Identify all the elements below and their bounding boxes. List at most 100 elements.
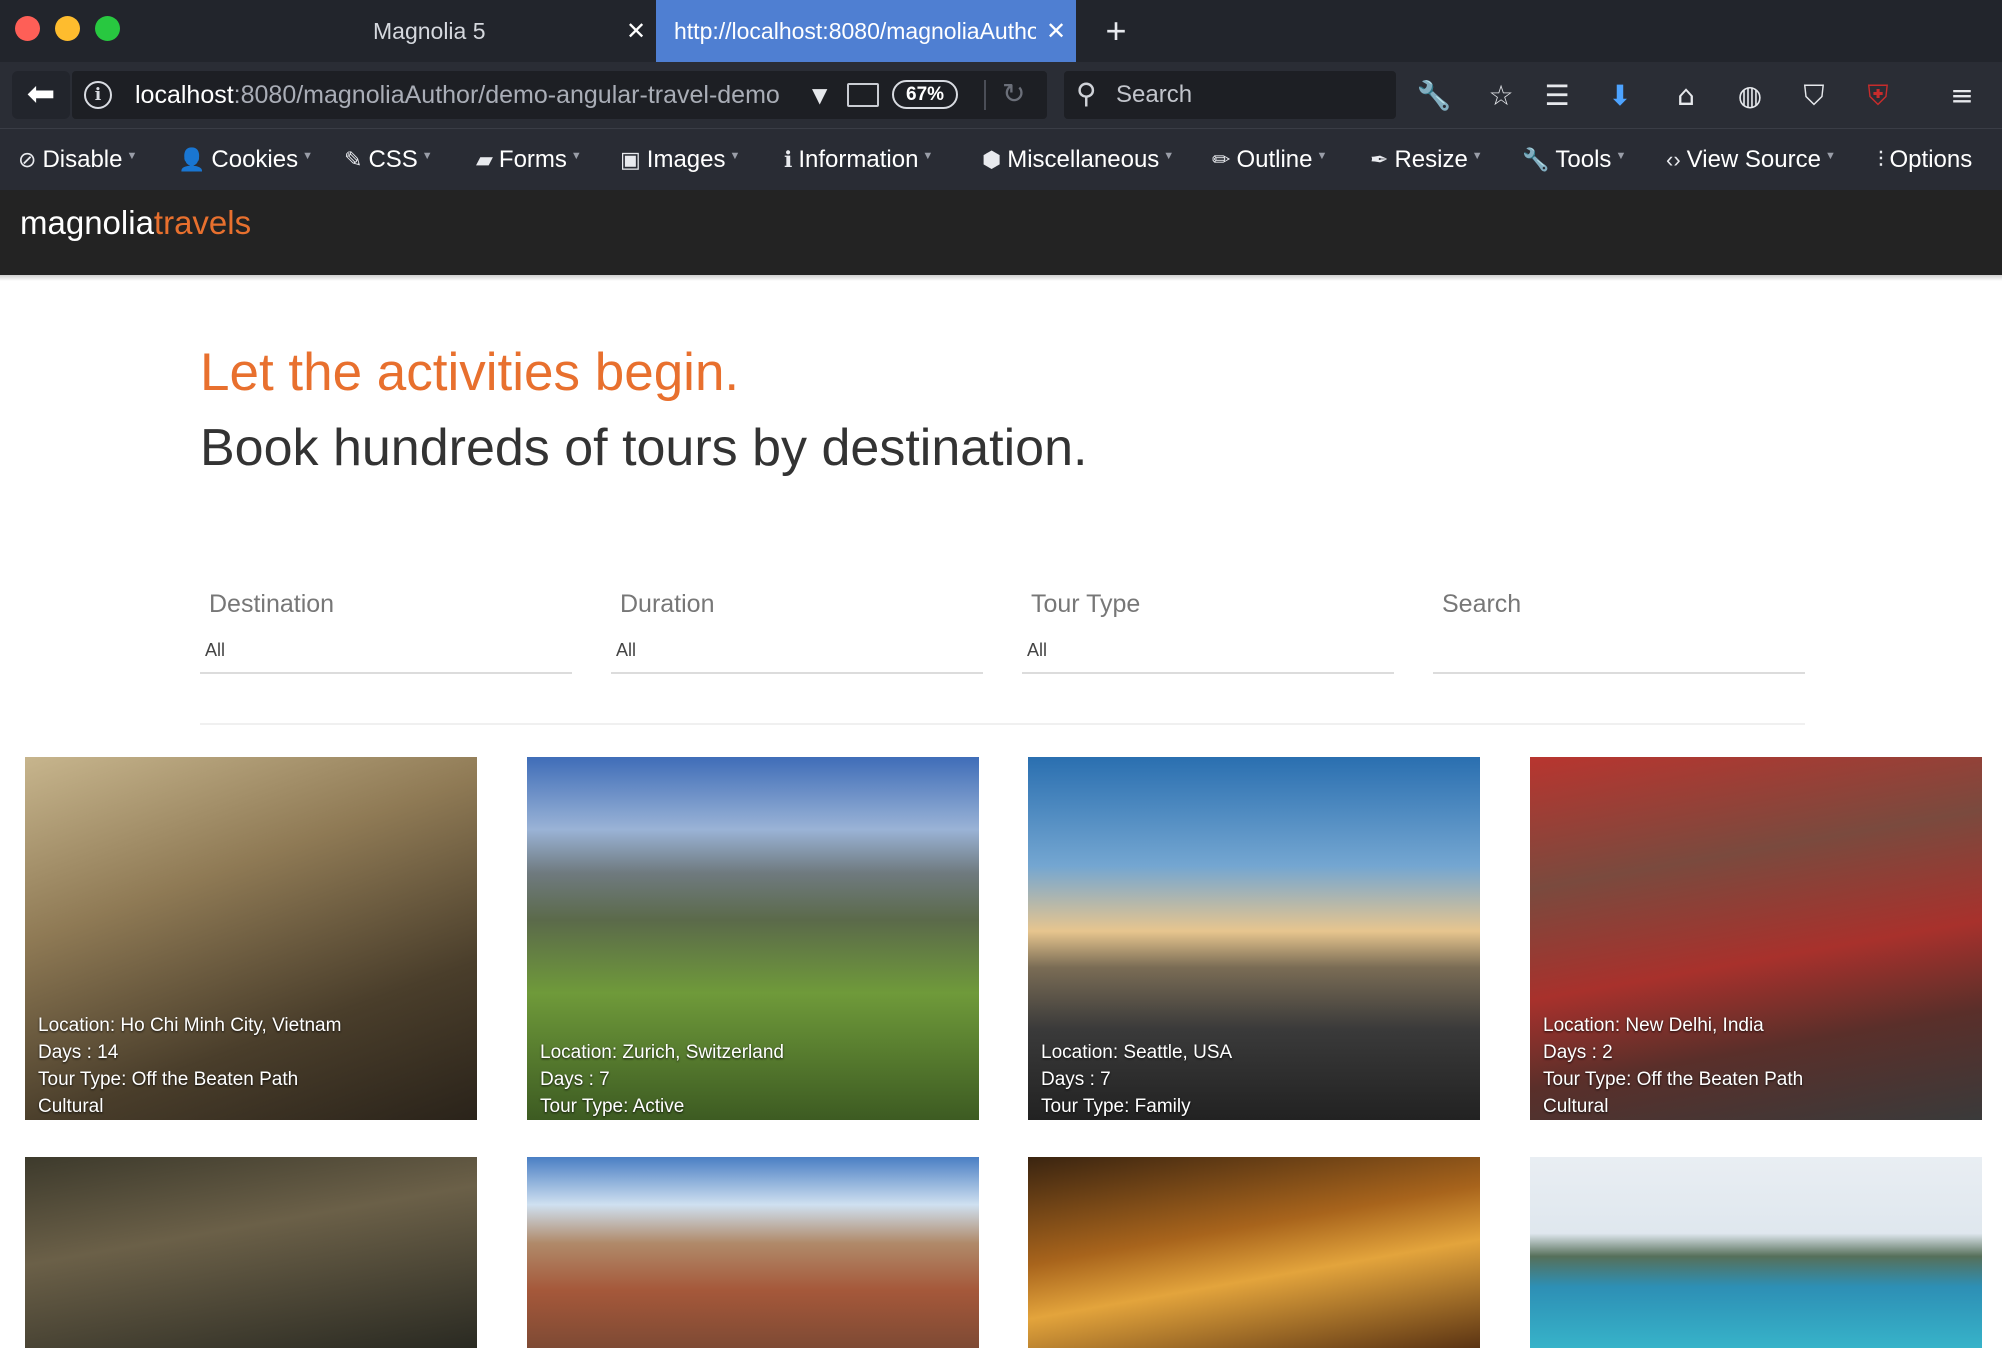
download-icon[interactable]: ⬇ <box>1598 74 1642 118</box>
tab-close-icon[interactable]: ✕ <box>1036 17 1076 45</box>
devbar-resize[interactable]: ✒ Resize ▼ <box>1370 129 1483 191</box>
devbar-images[interactable]: ▣ Images ▼ <box>620 129 740 191</box>
divider <box>200 723 1805 725</box>
site-header: magnoliatravels <box>0 190 2002 275</box>
devbar-options[interactable]: ⫶ Options <box>1878 129 1972 191</box>
devbar-information[interactable]: ℹ Information ▼ <box>784 129 933 191</box>
tour-card-info: Location: Ho Chi Minh City, Vietnam Days… <box>38 1012 341 1120</box>
forms-icon: ▰ <box>476 147 493 172</box>
tour-extra: Cultural <box>1543 1096 1609 1117</box>
tour-card-vietnam[interactable]: Location: Ho Chi Minh City, Vietnam Days… <box>25 757 477 1120</box>
chevron-down-icon[interactable]: ▼ <box>812 83 827 107</box>
tab-close-icon[interactable]: ✕ <box>616 17 656 45</box>
chevron-down-icon: ▼ <box>570 150 582 162</box>
url-bar[interactable]: i localhost:8080/magnoliaAuthor/demo-ang… <box>72 71 1047 119</box>
css-wand-icon: ✎ <box>344 147 363 172</box>
search-input[interactable]: ⚲ Search <box>1064 71 1396 119</box>
chevron-down-icon: ▼ <box>302 150 314 162</box>
tour-card-grand-canyon[interactable] <box>527 1157 979 1348</box>
home-icon[interactable]: ⌂ <box>1664 74 1708 118</box>
devbar-label: View Source <box>1686 146 1821 173</box>
tour-type: Tour Type: Off the Beaten Path <box>38 1069 299 1090</box>
chevron-down-icon: ▼ <box>1471 150 1483 162</box>
bookmark-star-icon[interactable]: ☆ <box>1479 74 1523 118</box>
destination-select[interactable]: Destination All <box>200 590 572 674</box>
tab-title: Magnolia 5 <box>373 17 486 44</box>
window-minimize-button[interactable] <box>55 16 80 41</box>
filter-value: All <box>1027 640 1048 660</box>
back-button[interactable]: ⬅ <box>12 71 70 119</box>
tour-extra: Cultural <box>38 1096 104 1117</box>
tour-location: Location: Seattle, USA <box>1041 1042 1233 1063</box>
page-headline: Let the activities begin. <box>200 343 740 402</box>
hamburger-menu-icon[interactable]: ≡ <box>1940 74 1984 118</box>
tour-search-input[interactable]: Search <box>1433 590 1805 674</box>
pencil-icon: ✏ <box>1212 147 1231 172</box>
browser-tab-bar: Magnolia 5 ✕ http://localhost:8080/magno… <box>0 0 2002 62</box>
devbar-label: Disable <box>42 146 123 173</box>
tab-travel-demo[interactable]: http://localhost:8080/magnoliaAuthor/dem… <box>656 0 1076 62</box>
tab-magnolia[interactable]: Magnolia 5 ✕ <box>340 0 656 62</box>
devbar-label: CSS <box>368 146 418 173</box>
tour-card-seattle[interactable]: Location: Seattle, USA Days : 7 Tour Typ… <box>1028 757 1480 1120</box>
ublock-icon[interactable]: ⛨ <box>1856 74 1900 118</box>
filter-label: Search <box>1442 590 1522 618</box>
devbar-disable[interactable]: ⊘ Disable ▼ <box>18 129 137 191</box>
tour-days: Days : 2 <box>1543 1042 1613 1063</box>
chevron-down-icon: ▼ <box>729 150 741 162</box>
bookmarks-list-icon[interactable]: ☰ <box>1535 74 1579 118</box>
devbar-miscellaneous[interactable]: ⬢ Miscellaneous ▼ <box>982 129 1174 191</box>
tour-type: Tour Type: Family <box>1041 1096 1191 1117</box>
url-path: :8080/magnoliaAuthor/demo-angular-travel… <box>233 81 780 109</box>
chevron-down-icon: ▼ <box>421 150 433 162</box>
window-close-button[interactable] <box>15 16 40 41</box>
tour-card-new-delhi[interactable]: Location: New Delhi, India Days : 2 Tour… <box>1530 757 1982 1120</box>
back-arrow-icon: ⬅ <box>26 74 56 114</box>
filter-label: Destination <box>209 590 335 618</box>
reload-icon[interactable]: ↻ <box>1002 77 1025 110</box>
tour-location: Location: Zurich, Switzerland <box>540 1042 784 1063</box>
privacy-badger-icon[interactable]: ◍ <box>1728 74 1772 118</box>
divider <box>984 80 986 110</box>
image-icon: ▣ <box>620 147 641 172</box>
window-zoom-button[interactable] <box>95 16 120 41</box>
new-tab-button[interactable]: + <box>1096 8 1136 54</box>
devbar-forms[interactable]: ▰ Forms ▼ <box>476 129 582 191</box>
tour-card-info: Location: New Delhi, India Days : 2 Tour… <box>1543 1012 1803 1120</box>
site-info-icon[interactable]: i <box>84 81 112 109</box>
duration-select[interactable]: Duration All <box>611 590 983 674</box>
site-logo[interactable]: magnoliatravels <box>20 204 251 242</box>
devbar-label: Outline <box>1236 146 1313 173</box>
logo-text-travels: travels <box>153 204 252 241</box>
page-subheadline: Book hundreds of tours by destination. <box>200 419 1088 477</box>
tour-card-japan[interactable] <box>25 1157 477 1348</box>
chevron-down-icon: ▼ <box>1824 150 1836 162</box>
url-text[interactable]: localhost:8080/magnoliaAuthor/demo-angul… <box>135 71 790 119</box>
devbar-css[interactable]: ✎ CSS ▼ <box>344 129 433 191</box>
search-icon: ⚲ <box>1076 77 1097 110</box>
filter-value: All <box>616 640 637 660</box>
devbar-tools[interactable]: 🔧 Tools ▼ <box>1522 129 1626 191</box>
zoom-level-badge[interactable]: 67% <box>892 80 959 109</box>
info-icon: ℹ <box>784 147 793 172</box>
tour-card-street-food[interactable] <box>1028 1157 1480 1348</box>
tour-location: Location: Ho Chi Minh City, Vietnam <box>38 1015 342 1036</box>
wrench-icon: 🔧 <box>1522 147 1550 172</box>
devbar-outline[interactable]: ✏ Outline ▼ <box>1212 129 1327 191</box>
pocket-icon[interactable]: ⛉ <box>1792 74 1836 118</box>
cube-icon: ⬢ <box>982 147 1002 172</box>
tour-days: Days : 7 <box>540 1069 610 1090</box>
tour-card-switzerland[interactable]: Location: Zurich, Switzerland Days : 7 T… <box>527 757 979 1120</box>
url-host: localhost <box>135 81 234 109</box>
filter-label: Tour Type <box>1031 590 1141 618</box>
tour-card-beach[interactable] <box>1530 1157 1982 1348</box>
tour-type-select[interactable]: Tour Type All <box>1022 590 1394 674</box>
chevron-down-icon: ▼ <box>1163 150 1175 162</box>
wrench-icon[interactable]: 🔧 <box>1412 74 1456 118</box>
reader-view-icon[interactable] <box>847 83 879 107</box>
filter-value: All <box>205 640 226 660</box>
devbar-view-source[interactable]: ‹› View Source ▼ <box>1666 129 1836 191</box>
devbar-cookies[interactable]: 👤 Cookies ▼ <box>178 129 313 191</box>
devbar-label: Forms <box>498 146 567 173</box>
tour-card-info: Location: Seattle, USA Days : 7 Tour Typ… <box>1041 1039 1232 1120</box>
